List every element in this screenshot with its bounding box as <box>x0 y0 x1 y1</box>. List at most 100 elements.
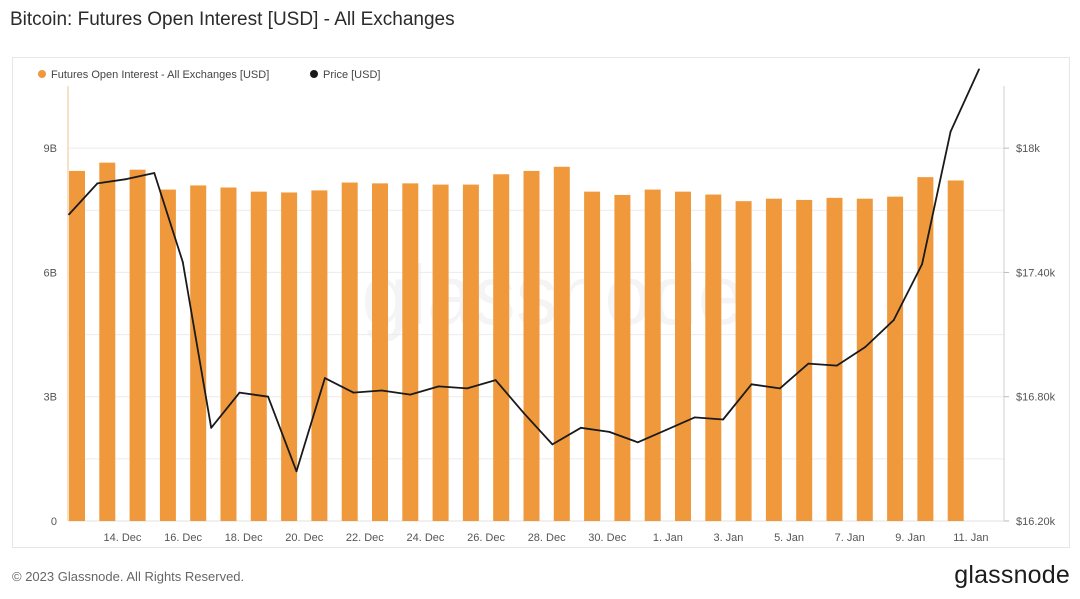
left-axis-tick-label: 0 <box>51 516 57 528</box>
open-interest-bar <box>311 190 328 521</box>
price-point <box>380 389 383 392</box>
x-axis-tick-label: 26. Dec <box>467 532 505 544</box>
open-interest-bar <box>432 184 449 521</box>
right-axis-tick-label: $18k <box>1016 143 1040 155</box>
open-interest-bar <box>402 183 419 521</box>
price-point <box>551 443 554 446</box>
x-axis-tick-label: 1. Jan <box>653 532 683 544</box>
open-interest-bar <box>69 170 85 521</box>
open-interest-bar <box>584 191 601 521</box>
open-interest-bar <box>614 194 631 521</box>
chart-frame: Futures Open Interest - All Exchanges [U… <box>12 57 1070 548</box>
price-point <box>892 319 895 321</box>
open-interest-bar <box>220 187 237 521</box>
price-point <box>665 429 668 431</box>
footer-copyright: © 2023 Glassnode. All Rights Reserved. <box>12 569 245 584</box>
price-point <box>238 391 241 394</box>
left-axis-tick-label: 6B <box>44 267 57 279</box>
open-interest-bar <box>553 166 570 521</box>
right-axis-tick-label: $16.80k <box>1016 392 1056 404</box>
x-axis-tick-label: 22. Dec <box>346 532 384 544</box>
open-interest-bar <box>887 196 904 521</box>
right-axis-tick-label: $17.40k <box>1016 267 1056 279</box>
open-interest-bar <box>281 192 298 521</box>
open-interest-bar <box>826 197 843 521</box>
price-point <box>324 377 326 379</box>
price-point <box>153 172 156 174</box>
left-axis-tick-label: 3B <box>44 392 57 404</box>
x-axis-tick-label: 20. Dec <box>285 532 323 544</box>
price-point <box>181 261 184 263</box>
price-point <box>835 364 838 367</box>
price-point <box>921 263 923 265</box>
price-point <box>295 470 298 473</box>
open-interest-bar <box>947 180 964 521</box>
open-interest-bar <box>493 174 510 521</box>
open-interest-bar <box>765 198 782 521</box>
x-axis: 14. Dec 16. Dec 18. Dec 20. Dec 22. Dec 24. D… <box>103 532 988 544</box>
x-axis-tick-label: 7. Jan <box>835 532 865 544</box>
open-interest-bar <box>341 182 358 521</box>
glassnode-logo[interactable]: glassnode <box>954 561 1070 590</box>
x-axis-tick-label: 18. Dec <box>225 532 263 544</box>
open-interest-bar <box>372 183 388 521</box>
price-point <box>96 182 99 185</box>
left-axis-tick-label: 9B <box>44 143 57 155</box>
right-axis: $16.20k $16.80k $17.40k $18k <box>1004 143 1056 528</box>
x-axis-tick-label: 5. Jan <box>774 532 804 544</box>
open-interest-bar <box>250 191 267 521</box>
price-point <box>125 178 127 181</box>
price-point <box>779 387 781 390</box>
legend-label-price: Price [USD] <box>323 69 380 81</box>
legend-label-open-interest: Futures Open Interest - All Exchanges [U… <box>51 69 269 81</box>
x-axis-tick-label: 24. Dec <box>406 532 444 544</box>
right-axis-tick-label: $16.20k <box>1016 516 1056 528</box>
open-interest-bar <box>856 198 873 521</box>
left-axis: 0 3B 6B 9B <box>44 143 57 528</box>
price-point <box>949 130 952 133</box>
price-point <box>437 385 440 388</box>
legend: Futures Open Interest - All Exchanges [U… <box>38 69 380 81</box>
open-interest-bar <box>159 189 176 522</box>
open-interest-bar <box>705 194 722 522</box>
open-interest-bar <box>99 162 116 521</box>
x-axis-tick-label: 9. Jan <box>895 532 925 544</box>
x-axis-tick-label: 30. Dec <box>588 532 626 544</box>
open-interest-bar <box>675 191 691 521</box>
price-point <box>978 68 980 71</box>
legend-item-price[interactable]: Price [USD] <box>310 69 380 81</box>
open-interest-bar <box>735 201 752 521</box>
price-point <box>864 346 867 348</box>
open-interest-bar <box>917 177 934 521</box>
open-interest-bar <box>462 184 479 521</box>
legend-marker-open-interest <box>38 70 46 78</box>
price-point <box>636 441 639 444</box>
price-point <box>210 426 213 429</box>
open-interest-bar <box>523 170 540 521</box>
x-axis-tick-label: 11. Jan <box>953 532 988 544</box>
legend-marker-price <box>310 70 318 78</box>
price-point <box>352 391 355 394</box>
price-point <box>807 362 810 365</box>
price-point <box>750 383 753 386</box>
price-point <box>523 412 525 415</box>
x-axis-tick-label: 28. Dec <box>528 532 566 544</box>
price-point <box>608 431 611 433</box>
legend-item-open-interest[interactable]: Futures Open Interest - All Exchanges [U… <box>38 69 269 81</box>
price-point <box>693 416 696 419</box>
chart: Futures Open Interest - All Exchanges [U… <box>38 68 1056 544</box>
price-point <box>722 418 724 421</box>
price-point <box>466 387 468 390</box>
page-title: Bitcoin: Futures Open Interest [USD] - A… <box>10 9 455 30</box>
price-point <box>68 213 70 216</box>
price-point <box>494 379 497 381</box>
price-point <box>580 426 582 429</box>
open-interest-bar <box>644 189 661 522</box>
x-axis-tick-label: 14. Dec <box>103 532 141 544</box>
price-point <box>409 393 412 396</box>
price-point <box>267 395 269 398</box>
x-axis-tick-label: 16. Dec <box>164 532 202 544</box>
open-interest-bar <box>129 169 146 521</box>
x-axis-tick-label: 3. Jan <box>713 532 743 544</box>
open-interest-bar <box>796 199 813 521</box>
